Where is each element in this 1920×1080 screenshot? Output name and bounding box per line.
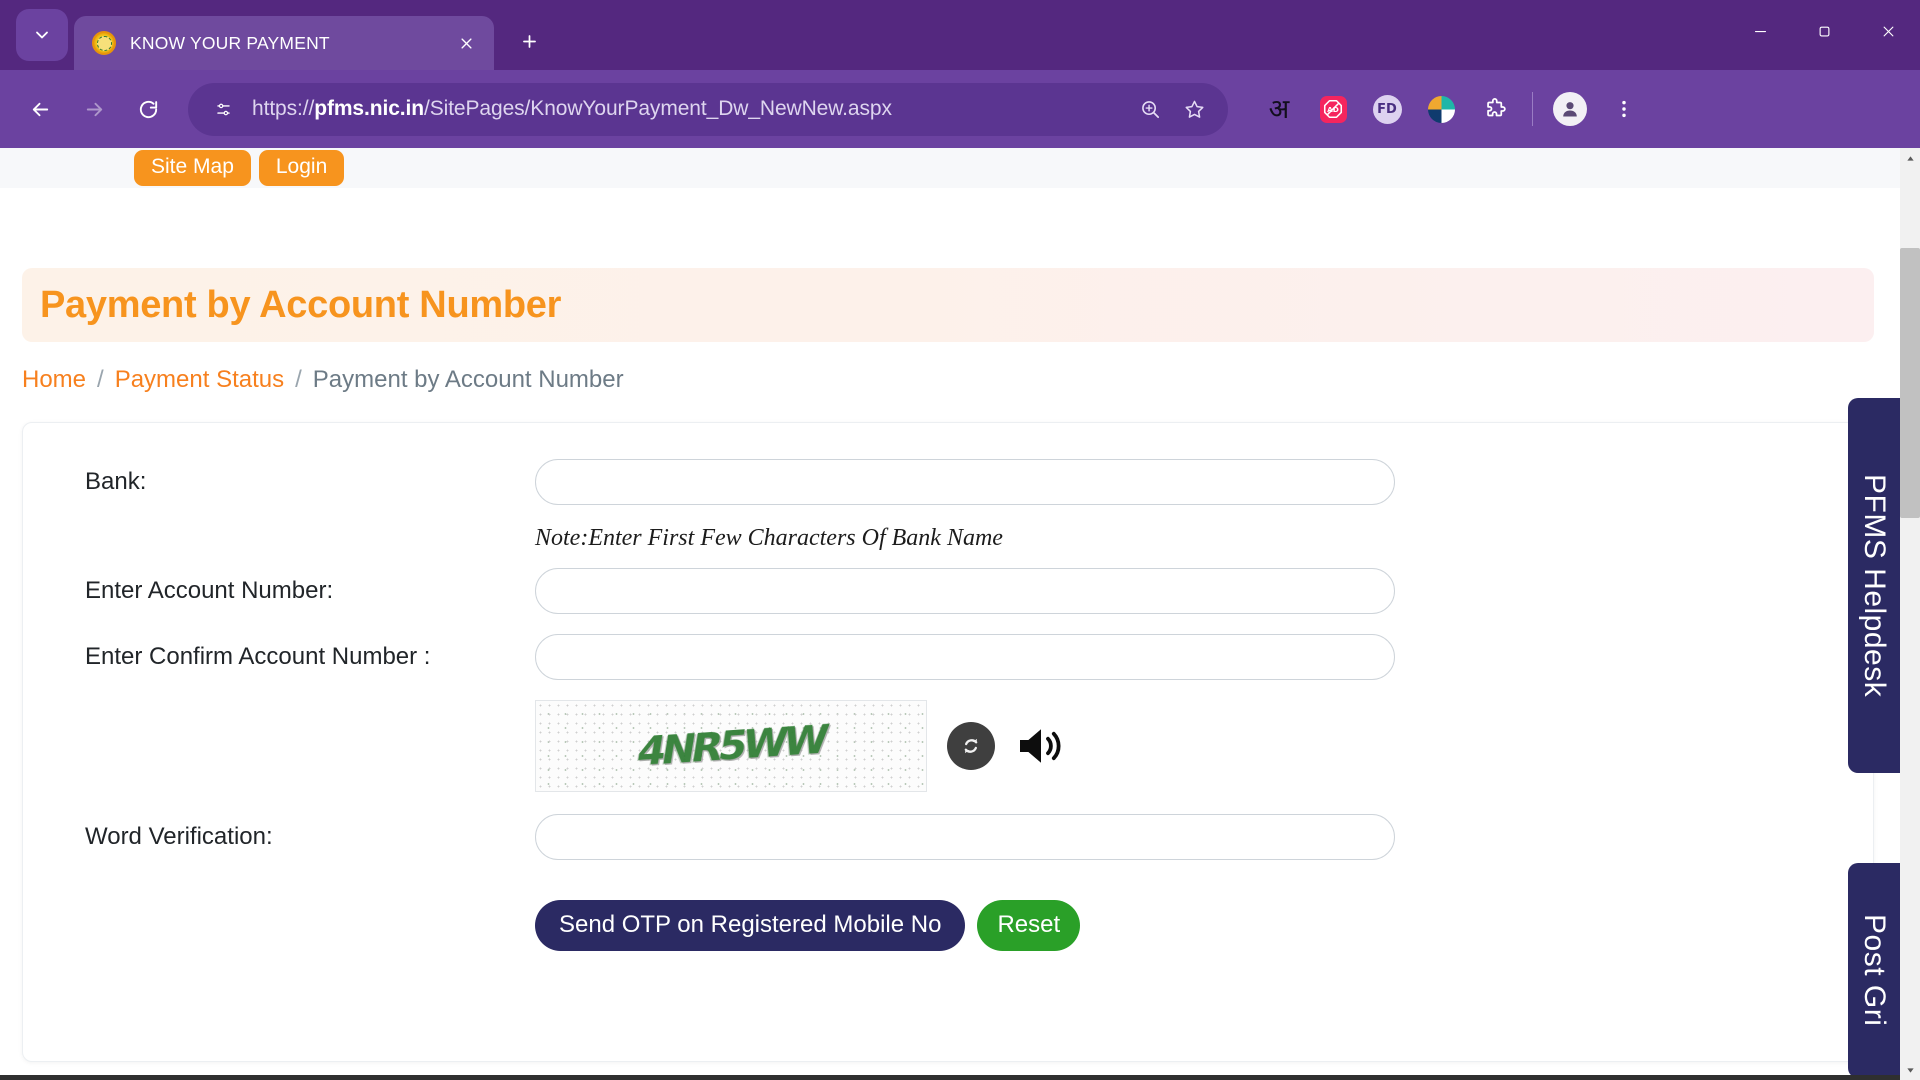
captcha-image: 4NR5WW [535,700,927,792]
color-extension-button[interactable] [1418,86,1464,132]
google-input-tools-extension-button[interactable]: अ [1256,86,1302,132]
word-verification-label: Word Verification: [85,823,273,850]
browser-tab[interactable]: KNOW YOUR PAYMENT [74,16,494,70]
captcha-refresh-button[interactable] [947,722,995,770]
reload-button[interactable] [124,85,172,133]
account-number-input[interactable] [535,568,1395,614]
browser-toolbar: https://pfms.nic.in/SitePages/KnowYourPa… [0,70,1920,148]
bank-label: Bank: [85,468,147,495]
confirm-account-number-input[interactable] [535,634,1395,680]
site-map-button[interactable]: Site Map [134,149,251,187]
breadcrumb: Home / Payment Status / Payment by Accou… [22,366,1900,394]
scroll-up-button[interactable] [1900,148,1920,168]
scroll-down-button[interactable] [1900,1060,1920,1080]
arrow-right-icon [86,102,102,116]
extensions-menu-button[interactable] [1472,86,1518,132]
devanagari-a-icon: अ [1268,93,1290,125]
extensions-area: अ AD FD [1256,86,1647,132]
chevron-down-icon [36,31,48,39]
kebab-menu-icon [1622,100,1626,118]
account-number-label: Enter Account Number: [85,577,334,604]
close-window-button[interactable] [1856,0,1920,62]
close-icon [1883,26,1893,36]
new-tab-button[interactable] [508,20,550,62]
arrow-left-icon [32,102,48,116]
star-icon [1185,100,1203,118]
page-scrollbar[interactable] [1900,148,1920,1080]
bank-row: Bank: [23,459,1873,505]
back-button[interactable] [16,85,64,133]
page-content: Site Map Login Payment by Account Number… [0,148,1900,1080]
account-number-row: Enter Account Number: [23,568,1873,614]
chrome-menu-button[interactable] [1601,86,1647,132]
site-settings-icon[interactable] [208,94,238,124]
window-bottom-edge [0,1075,1920,1080]
payment-form-card: Bank: Note:Enter First Few Characters Of… [22,422,1874,1062]
side-tab-grievance[interactable]: Post Gri [1848,863,1900,1078]
profile-button[interactable] [1547,86,1593,132]
tab-search-button[interactable] [16,9,68,61]
person-icon [1563,102,1577,117]
caret-up-icon [1906,155,1914,161]
send-otp-button[interactable]: Send OTP on Registered Mobile No [535,900,966,951]
toolbar-divider [1532,92,1533,126]
color-wheel-icon [1427,95,1455,123]
speaker-icon [1020,729,1061,763]
adblock-icon: AD [1319,95,1347,123]
page-viewport: Site Map Login Payment by Account Number… [0,148,1920,1080]
close-icon [460,37,472,49]
maximize-button[interactable] [1792,0,1856,62]
refresh-icon [964,738,978,754]
caret-down-icon [1906,1067,1914,1073]
close-tab-icon[interactable] [452,29,480,57]
captcha-audio-button[interactable] [1015,722,1067,770]
bookmark-button[interactable] [1174,89,1214,129]
captcha-text: 4NR5WW [633,716,829,776]
maximize-icon [1819,26,1829,36]
bank-input[interactable] [535,459,1395,505]
adblock-extension-button[interactable]: AD [1310,86,1356,132]
word-verification-input[interactable] [535,814,1395,860]
breadcrumb-current: Payment by Account Number [312,366,624,393]
url-text[interactable]: https://pfms.nic.in/SitePages/KnowYourPa… [252,97,1126,121]
address-bar[interactable]: https://pfms.nic.in/SitePages/KnowYourPa… [188,82,1228,136]
avatar [1553,92,1587,126]
plus-icon [522,34,536,48]
scrollbar-thumb[interactable] [1900,248,1920,518]
reload-icon [139,100,157,118]
browser-window: KNOW YOUR PAYMENT https://pfms.nic.in/Si… [0,0,1920,1080]
forward-button[interactable] [70,85,118,133]
zoom-button[interactable] [1130,89,1170,129]
tune-icon [216,103,230,115]
breadcrumb-home-link[interactable]: Home [22,366,86,394]
reset-button[interactable]: Reset [977,900,1081,951]
pfms-favicon-icon [92,31,116,55]
confirm-account-number-row: Enter Confirm Account Number : [23,634,1873,680]
form-actions: Send OTP on Registered Mobile No Reset [23,900,1873,951]
breadcrumb-separator: / [97,366,104,393]
page-title-banner: Payment by Account Number [22,268,1874,342]
side-tab-helpdesk[interactable]: PFMS Helpdesk [1848,398,1900,773]
breadcrumb-separator: / [295,366,302,393]
confirm-account-number-label: Enter Confirm Account Number : [85,643,431,670]
word-verification-row: Word Verification: [23,814,1873,860]
page-title: Payment by Account Number [40,283,562,326]
puzzle-icon [1487,98,1506,117]
adblock-glyph: AD [1323,99,1343,119]
tab-title: KNOW YOUR PAYMENT [130,32,330,53]
minimize-icon [1754,30,1766,32]
tab-strip: KNOW YOUR PAYMENT [0,0,1920,70]
zoom-in-icon [1141,100,1159,118]
captcha-row: 4NR5WW [23,700,1873,792]
minimize-button[interactable] [1728,0,1792,62]
fd-extension-button[interactable]: FD [1364,86,1410,132]
fd-icon: FD [1372,94,1402,124]
login-button[interactable]: Login [258,149,345,187]
breadcrumb-payment-status-link[interactable]: Payment Status [115,366,284,394]
utility-bar: Site Map Login [0,148,1900,188]
bank-note: Note:Enter First Few Characters Of Bank … [535,525,1003,551]
window-controls [1728,0,1920,62]
